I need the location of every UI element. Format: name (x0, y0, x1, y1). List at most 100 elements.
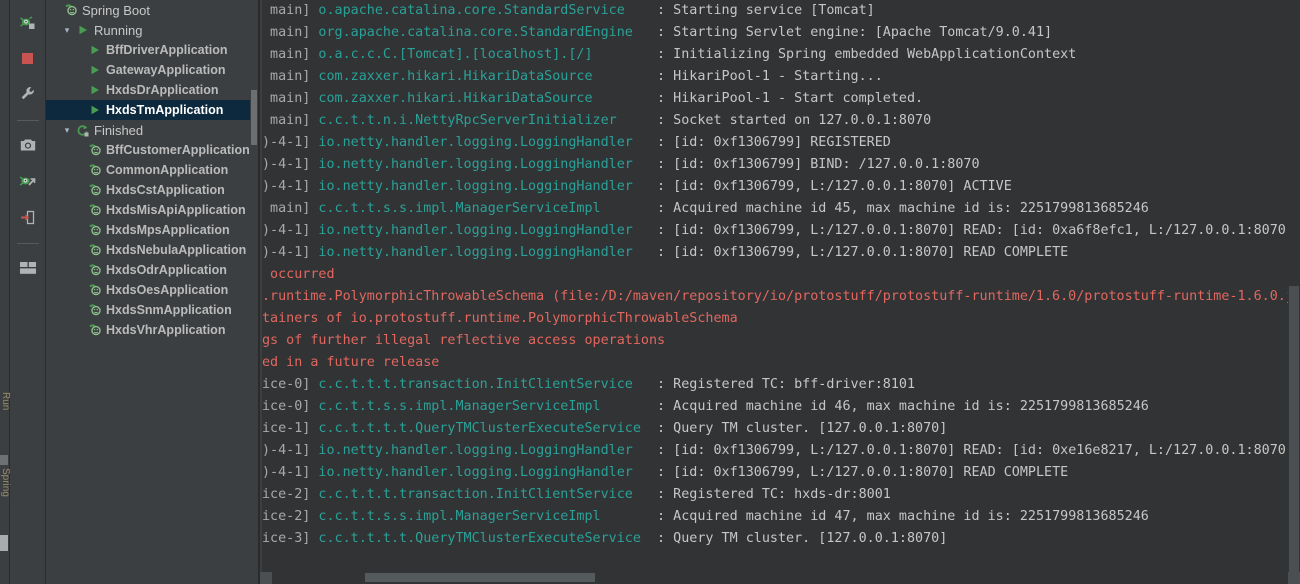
console-line: ice-0] c.c.t.t.s.s.impl.ManagerServiceIm… (262, 396, 1300, 418)
console-line: )-4-1] io.netty.handler.logging.LoggingH… (262, 462, 1300, 484)
console-logger: c.c.t.t.t.transaction.InitClientService (310, 487, 649, 502)
attach-debugger-icon[interactable] (14, 167, 42, 195)
tree-item-bffdriverapplication[interactable]: BffDriverApplication (46, 40, 258, 60)
tree-scrollbar[interactable] (250, 0, 258, 584)
console-logger: o.a.c.c.C.[Tomcat].[localhost].[/] (310, 47, 649, 62)
tree-item-hxdsoesapplication[interactable]: HxdsOesApplication (46, 280, 258, 300)
console-vertical-scrollbar[interactable] (1288, 0, 1300, 572)
run-toolbar (10, 0, 46, 584)
console-message: : [id: 0xf1306799, L:/127.0.0.1:8070] RE… (648, 443, 1300, 458)
console-line: ice-3] c.c.t.t.t.t.QueryTMClusterExecute… (262, 528, 1300, 550)
run-dashboard-tree: Spring Boot ▾ Running BffDriverApplicati… (46, 0, 258, 584)
tree-item-label: CommonApplication (106, 163, 229, 177)
console-logger: io.netty.handler.logging.LoggingHandler (310, 135, 649, 150)
console-thread: main] (262, 25, 311, 40)
chevron-down-icon[interactable]: ▾ (60, 25, 74, 36)
console-message: : Acquired machine id 45, max machine id… (648, 201, 1149, 216)
tree-item-commonapplication[interactable]: CommonApplication (46, 160, 258, 180)
tree-item-hxdsmisapiapplication[interactable]: HxdsMisApiApplication (46, 200, 258, 220)
console-thread: )-4-1] (262, 223, 311, 238)
console-thread: )-4-1] (262, 157, 311, 172)
tree-item-hxdscstapplication[interactable]: HxdsCstApplication (46, 180, 258, 200)
vertical-tab-spring-marker[interactable] (0, 535, 8, 551)
console-logger: io.netty.handler.logging.LoggingHandler (310, 179, 649, 194)
console-horizontal-scrollbar[interactable] (260, 572, 1300, 584)
tree-item-hxdsvhrapplication[interactable]: HxdsVhrApplication (46, 320, 258, 340)
console-message: : Registered TC: hxds-dr:8001 (648, 487, 891, 502)
tree-group-finished-label: Finished (94, 122, 144, 138)
run-green-icon (86, 84, 103, 96)
console-error-text: .runtime.PolymorphicThrowableSchema (fil… (262, 289, 1300, 304)
tree-item-hxdsodrapplication[interactable]: HxdsOdrApplication (46, 260, 258, 280)
console-line: )-4-1] io.netty.handler.logging.LoggingH… (262, 132, 1300, 154)
spring-boot-icon (62, 3, 79, 17)
console-message: : HikariPool-1 - Starting... (648, 69, 883, 84)
spring-boot-icon (86, 243, 103, 257)
console-thread: ice-0] (262, 377, 311, 392)
tree-item-label: HxdsMisApiApplication (106, 203, 246, 217)
chevron-down-icon[interactable]: ▾ (60, 125, 74, 136)
console-logger: c.c.t.t.t.t.QueryTMClusterExecuteService (310, 531, 649, 546)
exit-icon[interactable] (14, 203, 42, 231)
run-green-icon (86, 104, 103, 116)
console-thread: main] (262, 69, 311, 84)
console-message: : Acquired machine id 46, max machine id… (648, 399, 1149, 414)
console-thread: )-4-1] (262, 179, 311, 194)
tree-scrollbar-thumb[interactable] (251, 90, 257, 145)
console-thread: main] (262, 47, 311, 62)
spring-boot-icon (86, 143, 103, 157)
console-logger: c.c.t.t.t.t.QueryTMClusterExecuteService (310, 421, 649, 436)
spring-boot-icon (86, 163, 103, 177)
tree-group-finished[interactable]: ▾ Finished (46, 120, 258, 140)
tree-root-label: Spring Boot (82, 2, 150, 18)
console-logger: c.c.t.t.s.s.impl.ManagerServiceImpl (310, 201, 649, 216)
toolbar-separator-2 (16, 243, 39, 244)
camera-icon[interactable] (14, 131, 42, 159)
console-line: main] o.a.c.c.C.[Tomcat].[localhost].[/]… (262, 44, 1300, 66)
tree-item-hxdsnebulaapplication[interactable]: HxdsNebulaApplication (46, 240, 258, 260)
console-message: : [id: 0xf1306799, L:/127.0.0.1:8070] RE… (648, 245, 1069, 260)
tree-item-label: BffDriverApplication (106, 43, 228, 57)
console-line: occurred (262, 264, 1300, 286)
wrench-settings-icon[interactable] (14, 80, 42, 108)
spring-boot-icon (86, 223, 103, 237)
stop-icon[interactable] (14, 44, 42, 72)
console-thread: main] (262, 113, 311, 128)
tree-item-label: HxdsTmApplication (106, 103, 224, 117)
tree-item-bffcustomerapplication[interactable]: BffCustomerApplication (46, 140, 258, 160)
console-output[interactable]: main] o.apache.catalina.core.StandardSer… (260, 0, 1300, 584)
console-message: : [id: 0xf1306799, L:/127.0.0.1:8070] RE… (648, 465, 1069, 480)
console-logger: io.netty.handler.logging.LoggingHandler (310, 443, 649, 458)
tree-item-label: BffCustomerApplication (106, 143, 250, 157)
vertical-tab-spring[interactable]: Spring (0, 468, 11, 497)
tree-item-hxdssnmapplication[interactable]: HxdsSnmApplication (46, 300, 258, 320)
console-line: .runtime.PolymorphicThrowableSchema (fil… (262, 286, 1300, 308)
console-logger: c.c.t.t.s.s.impl.ManagerServiceImpl (310, 399, 649, 414)
tree-group-running[interactable]: ▾ Running (46, 20, 258, 40)
console-message: : HikariPool-1 - Start completed. (648, 91, 924, 106)
console-logger: c.c.t.t.n.i.NettyRpcServerInitializer (310, 113, 649, 128)
console-logger: com.zaxxer.hikari.HikariDataSource (310, 91, 649, 106)
rerun-debug-icon[interactable] (14, 8, 42, 36)
console-logger: org.apache.catalina.core.StandardEngine (310, 25, 649, 40)
console-line: ice-0] c.c.t.t.t.transaction.InitClientS… (262, 374, 1300, 396)
console-line: main] c.c.t.t.n.i.NettyRpcServerInitiali… (262, 110, 1300, 132)
console-line: )-4-1] io.netty.handler.logging.LoggingH… (262, 154, 1300, 176)
console-vertical-scrollbar-thumb[interactable] (1289, 286, 1299, 572)
tree-item-label: HxdsSnmApplication (106, 303, 232, 317)
console-horizontal-scrollbar-thumb[interactable] (365, 573, 595, 582)
tree-item-hxdstmapplication[interactable]: HxdsTmApplication (46, 100, 258, 120)
tree-item-label: HxdsMpsApplication (106, 223, 230, 237)
toolbar-separator-1 (16, 120, 39, 121)
tree-item-gatewayapplication[interactable]: GatewayApplication (46, 60, 258, 80)
tree-item-hxdsmpsapplication[interactable]: HxdsMpsApplication (46, 220, 258, 240)
tree-item-hxdsdrapplication[interactable]: HxdsDrApplication (46, 80, 258, 100)
layout-icon[interactable] (14, 254, 42, 282)
console-thread: )-4-1] (262, 245, 311, 260)
tree-root-spring-boot[interactable]: Spring Boot (46, 0, 258, 20)
vertical-tab-run-marker[interactable] (0, 455, 8, 465)
vertical-tab-run[interactable]: Run (0, 392, 11, 410)
spring-boot-icon (86, 303, 103, 317)
console-message: : Starting service [Tomcat] (648, 3, 875, 18)
console-line: main] c.c.t.t.s.s.impl.ManagerServiceImp… (262, 198, 1300, 220)
